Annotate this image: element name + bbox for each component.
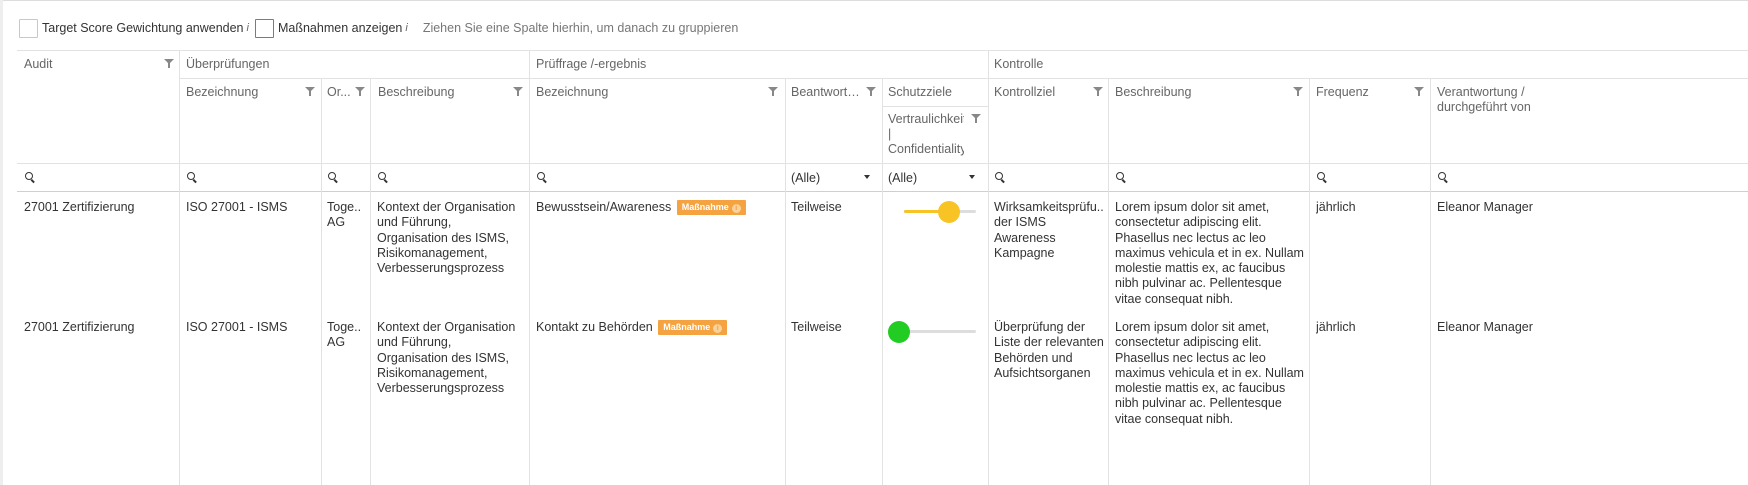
target-score-label: Target Score Gewichtung anwenden bbox=[42, 21, 244, 35]
grid-line bbox=[1430, 78, 1431, 485]
grid-line bbox=[179, 50, 180, 485]
grid-line bbox=[370, 78, 371, 485]
cell-bezeichnung: ISO 27001 - ISMS bbox=[186, 320, 288, 334]
filter-icon[interactable] bbox=[164, 59, 174, 68]
cell-frequenz: jährlich bbox=[1316, 200, 1356, 214]
massnahme-badge[interactable]: Maßnahme i bbox=[676, 200, 746, 215]
cell-verantwortung: Eleanor Manager bbox=[1437, 320, 1533, 334]
question-label: Bewusstsein/Awareness bbox=[536, 200, 672, 214]
search-icon[interactable] bbox=[187, 172, 198, 183]
question-label: Kontakt zu Behörden bbox=[536, 320, 653, 334]
score-slider-handle[interactable] bbox=[938, 201, 960, 223]
search-icon[interactable] bbox=[995, 172, 1006, 183]
grid-line bbox=[988, 50, 989, 485]
massnahme-badge[interactable]: Maßnahme i bbox=[658, 320, 728, 335]
grid-line bbox=[1108, 78, 1109, 485]
cell-kontrollziel: Wirksamkeitsprüfu... der ISMS Awareness … bbox=[994, 200, 1104, 260]
beantwortung-filter-select[interactable]: (Alle) bbox=[791, 171, 820, 185]
badge-label: Maßnahme bbox=[681, 202, 729, 212]
search-icon[interactable] bbox=[1317, 172, 1328, 183]
grid-line bbox=[17, 50, 1748, 51]
search-icon[interactable] bbox=[537, 172, 548, 183]
grid-line bbox=[785, 78, 786, 485]
column-header-beschreibung[interactable]: Beschreibung bbox=[378, 85, 498, 100]
cell-organisation: Toge... AG bbox=[327, 200, 360, 230]
info-icon[interactable]: i bbox=[247, 22, 249, 34]
chevron-down-icon[interactable] bbox=[969, 175, 975, 179]
info-icon: i bbox=[713, 324, 723, 333]
massnahmen-checkbox[interactable] bbox=[254, 18, 274, 38]
column-header-bezeichnung[interactable]: Bezeichnung bbox=[186, 85, 296, 100]
column-header-audit[interactable]: Audit bbox=[24, 57, 53, 72]
cell-bezeichnung: ISO 27001 - ISMS bbox=[186, 200, 288, 214]
column-header-frequenz[interactable]: Frequenz bbox=[1316, 85, 1406, 100]
cell-audit: 27001 Zertifizierung bbox=[24, 320, 135, 334]
column-header-beschreibung[interactable]: Beschreibung bbox=[1115, 85, 1285, 100]
filter-icon[interactable] bbox=[355, 87, 365, 96]
cell-kontrollziel: Überprüfung der Liste der relevanten Beh… bbox=[994, 320, 1104, 380]
info-icon[interactable]: i bbox=[405, 22, 407, 34]
filter-icon[interactable] bbox=[866, 87, 876, 96]
filter-icon[interactable] bbox=[1293, 87, 1303, 96]
column-header-organisation[interactable]: Or... bbox=[327, 85, 351, 100]
chevron-down-icon[interactable] bbox=[864, 175, 870, 179]
info-icon: i bbox=[731, 204, 741, 213]
score-slider-handle[interactable] bbox=[888, 321, 910, 343]
grid-line bbox=[180, 78, 1748, 79]
filter-icon[interactable] bbox=[305, 87, 315, 96]
column-group-kontrolle: Kontrolle bbox=[994, 57, 1044, 71]
grid-line bbox=[1309, 78, 1310, 485]
cell-beantwortung: Teilweise bbox=[791, 200, 842, 214]
column-header-kontrollziel[interactable]: Kontrollziel bbox=[994, 85, 1084, 100]
filter-icon[interactable] bbox=[971, 114, 981, 123]
filter-icon[interactable] bbox=[1093, 87, 1103, 96]
grid-line bbox=[321, 78, 322, 485]
cell-bezeichnung-frage: Kontakt zu Behörden Maßnahme i bbox=[536, 320, 781, 335]
cell-beschreibung-kontrolle: Lorem ipsum dolor sit amet, consectetur … bbox=[1115, 320, 1304, 426]
filter-icon[interactable] bbox=[768, 87, 778, 96]
search-icon[interactable] bbox=[1438, 172, 1449, 183]
filter-icon[interactable] bbox=[513, 87, 523, 96]
grid-toolbar: Target Score Gewichtung anwenden i Maßna… bbox=[19, 18, 738, 38]
column-group-prueffrage: Prüffrage /-ergebnis bbox=[536, 57, 647, 71]
grid-line bbox=[882, 78, 883, 485]
cell-audit: 27001 Zertifizierung bbox=[24, 200, 135, 214]
cell-organisation: Toge... AG bbox=[327, 320, 360, 350]
column-header-vertraulichkeit[interactable]: Vertraulichkeit | Confidentiality bbox=[888, 112, 964, 158]
cell-beschreibung: Kontext der Organisation und Führung, Or… bbox=[377, 320, 516, 396]
search-icon[interactable] bbox=[328, 172, 339, 183]
search-icon[interactable] bbox=[25, 172, 36, 183]
column-header-verantwortung[interactable]: Verantwortung / durchgeführt von bbox=[1437, 85, 1547, 115]
cell-bezeichnung-frage: Bewusstsein/Awareness Maßnahme i bbox=[536, 200, 781, 215]
column-header-beantwortung[interactable]: Beantwortu... bbox=[791, 85, 863, 100]
left-border bbox=[0, 0, 3, 485]
grid-line bbox=[883, 106, 989, 107]
grid-line bbox=[529, 50, 530, 485]
target-score-checkbox[interactable] bbox=[19, 18, 38, 38]
cell-beschreibung-kontrolle: Lorem ipsum dolor sit amet, consectetur … bbox=[1115, 200, 1304, 306]
filter-icon[interactable] bbox=[1414, 87, 1424, 96]
search-icon[interactable] bbox=[378, 172, 389, 183]
top-border bbox=[0, 0, 1748, 1]
column-group-schutzziele: Schutzziele bbox=[888, 85, 952, 99]
search-icon[interactable] bbox=[1116, 172, 1127, 183]
cell-beantwortung: Teilweise bbox=[791, 320, 842, 334]
cell-verantwortung: Eleanor Manager bbox=[1437, 200, 1533, 214]
massnahmen-label: Maßnahmen anzeigen bbox=[277, 21, 403, 35]
vertraulichkeit-filter-select[interactable]: (Alle) bbox=[888, 171, 917, 185]
cell-frequenz: jährlich bbox=[1316, 320, 1356, 334]
badge-label: Maßnahme bbox=[663, 322, 711, 332]
group-panel-hint: Ziehen Sie eine Spalte hierhin, um danac… bbox=[422, 21, 739, 35]
column-header-bezeichnung[interactable]: Bezeichnung bbox=[536, 85, 756, 100]
cell-beschreibung: Kontext der Organisation und Führung, Or… bbox=[377, 200, 516, 276]
column-group-ueberpruefungen: Überprüfungen bbox=[186, 57, 270, 71]
